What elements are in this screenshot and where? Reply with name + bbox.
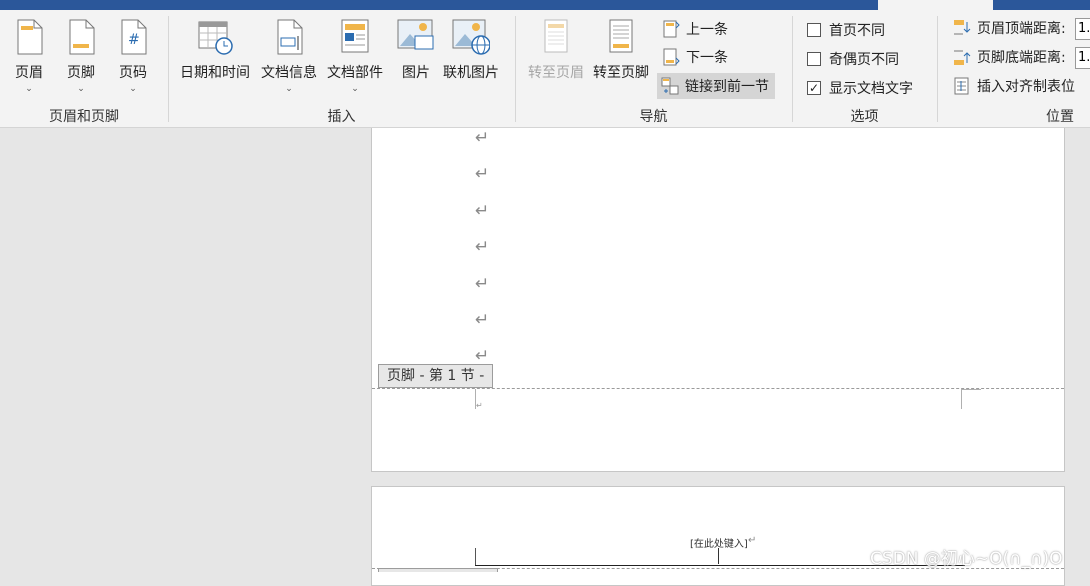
next-section-icon [662,48,680,66]
group-label-header-footer: 页眉和页脚 [49,109,119,125]
insert-align-tab-button[interactable]: 插入对齐制表位 [953,73,1075,99]
paragraph-mark: ↵ [475,310,490,330]
checkmark-icon: ✓ [807,81,821,95]
active-tab-edge [878,0,993,10]
group-label-position: 位置 [1046,109,1074,125]
margin-crop-mark [961,389,981,390]
chevron-down-icon: ⌄ [129,84,137,94]
paragraph-mark: ↵ [475,237,490,257]
footer-bottom-distance-input[interactable]: 1. [1075,47,1090,69]
chevron-down-icon: ⌄ [285,84,293,94]
link-to-previous-icon [661,77,679,95]
checkbox-box [807,23,821,37]
footer-section-label: 页脚 - 第 1 节 - [378,364,494,388]
align-tab-icon [953,77,971,95]
header-section-label-edge [378,568,498,572]
ribbon: 页眉 ⌄ 页脚 ⌄ # 页码 ⌄ 页眉和页脚 日期和时间 文档信息 ⌄ 文档部件 [0,10,1090,128]
watermark: CSDN @初心~O(∩_∩)O [870,549,1063,569]
footer-button[interactable]: 页脚 ⌄ [62,18,100,94]
paragraph-mark: ↵ [475,346,490,366]
margin-crop-mark [961,389,962,409]
next-button[interactable]: 下一条 [662,44,728,70]
header-icon [10,18,48,56]
footer-bottom-distance: 页脚底端距离: [953,44,1066,70]
doc-parts-button[interactable]: 文档部件 ⌄ [327,18,383,94]
doc-info-button[interactable]: 文档信息 ⌄ [261,18,317,94]
document-parts-icon [336,18,374,56]
footer-paragraph-mark: ↵ [476,401,483,410]
picture-icon [397,18,435,56]
group-label-insert: 插入 [327,109,356,125]
show-document-text-checkbox[interactable]: ✓ 显示文档文字 [807,78,913,98]
footer-distance-icon [953,48,971,66]
go-to-header-button[interactable]: 转至页眉 [528,18,584,82]
page-number-button[interactable]: # 页码 ⌄ [114,18,152,94]
previous-button[interactable]: 上一条 [662,16,728,42]
title-bar [0,0,1090,10]
placeholder-paragraph-mark: ↵ [748,535,757,546]
paragraph-mark: ↵ [475,128,490,148]
go-to-header-icon [537,18,575,56]
header-distance-icon [953,19,971,37]
text-cursor [718,548,719,564]
header-top-distance: 页眉顶端距离: [953,15,1066,41]
go-to-footer-icon [602,18,640,56]
margin-crop-mark [475,548,476,566]
online-picture-button[interactable]: 联机图片 [443,18,499,82]
checkbox-box [807,52,821,66]
link-to-previous-button[interactable]: 链接到前一节 [657,73,775,99]
chevron-down-icon: ⌄ [25,84,33,94]
chevron-down-icon: ⌄ [77,84,85,94]
group-separator [937,16,938,122]
different-first-page-checkbox[interactable]: 首页不同 [807,20,885,40]
chevron-down-icon: ⌄ [351,84,359,94]
footer-icon [62,18,100,56]
picture-button[interactable]: 图片 [397,18,435,82]
paragraph-mark: ↵ [475,164,490,184]
go-to-footer-button[interactable]: 转至页脚 [593,18,649,82]
group-label-navigation: 导航 [639,109,668,125]
svg-text:#: # [128,32,140,48]
header-top-distance-input[interactable]: 1. [1075,18,1090,40]
paragraph-mark: ↵ [475,274,490,294]
online-picture-icon [452,18,491,56]
page-number-icon: # [114,18,152,56]
calendar-clock-icon [196,18,234,56]
document-info-icon [270,18,308,56]
previous-section-icon [662,20,680,38]
header-button[interactable]: 页眉 ⌄ [10,18,48,94]
paragraph-mark: ↵ [475,201,490,221]
group-label-options: 选项 [850,109,879,125]
different-odd-even-checkbox[interactable]: 奇偶页不同 [807,49,899,69]
date-time-button[interactable]: 日期和时间 [180,18,250,82]
